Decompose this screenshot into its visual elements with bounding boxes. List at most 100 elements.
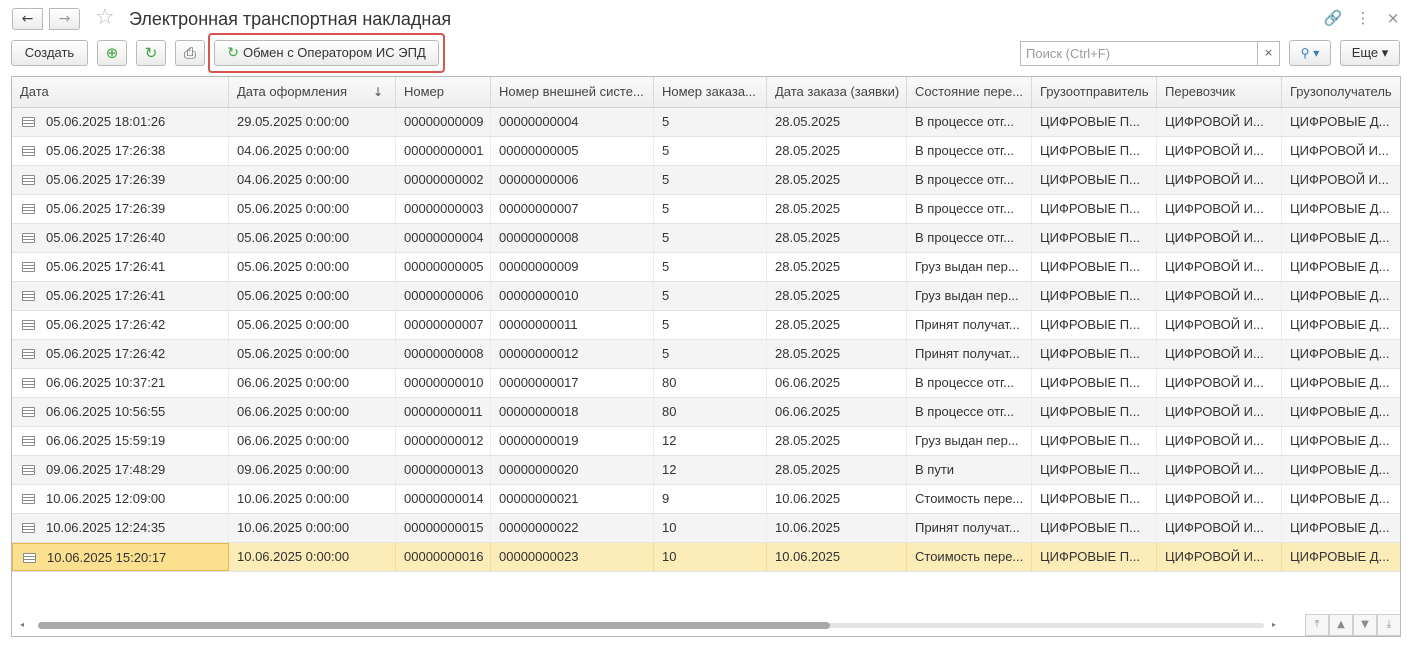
cell-consignee: ЦИФРОВЫЕ Д... (1282, 369, 1400, 397)
cell-text: Груз выдан пер... (915, 433, 1019, 448)
search-input[interactable] (1021, 42, 1257, 65)
cell-text: 00000000002 (404, 172, 484, 187)
more-menu-icon[interactable]: ⋮ (1353, 8, 1373, 28)
arrow-left-icon: ← (21, 11, 34, 27)
table-row[interactable]: 10.06.2025 15:20:17 10.06.2025 0:00:00 000… (12, 543, 1400, 572)
print-button[interactable]: ⎙ (175, 40, 205, 66)
column-header-label: Перевозчик (1165, 84, 1236, 99)
column-header-external-number[interactable]: Номер внешней систе... (491, 77, 654, 107)
refresh-button[interactable]: ↻ (136, 40, 166, 66)
horizontal-scrollbar[interactable]: ◂ ▸ (20, 618, 1280, 632)
favorite-star-icon[interactable]: ☆ (95, 5, 115, 31)
cell-order-number: 80 (654, 369, 767, 397)
table-row[interactable]: 10.06.2025 12:09:00 10.06.2025 0:00:00 000… (12, 485, 1400, 514)
cell-text: 28.05.2025 (775, 172, 841, 187)
scroll-thumb[interactable] (38, 622, 830, 629)
scroll-right-icon[interactable]: ▸ (1272, 618, 1276, 632)
cell-order-date: 28.05.2025 (767, 166, 907, 194)
cell-text: 00000000011 (499, 317, 578, 332)
cell-text: В процессе отг... (915, 114, 1015, 129)
cell-text: 05.06.2025 17:26:41 (46, 288, 166, 303)
table-row[interactable]: 06.06.2025 15:59:19 06.06.2025 0:00:00 000… (12, 427, 1400, 456)
table-row[interactable]: 05.06.2025 17:26:39 04.06.2025 0:00:00 000… (12, 166, 1400, 195)
table-row[interactable]: 05.06.2025 18:01:26 29.05.2025 0:00:00 000… (12, 108, 1400, 137)
cell-consignee: ЦИФРОВЫЕ Д... (1282, 108, 1400, 136)
column-header-carrier[interactable]: Перевозчик (1157, 77, 1282, 107)
table-row[interactable]: 06.06.2025 10:37:21 06.06.2025 0:00:00 000… (12, 369, 1400, 398)
cell-text: ЦИФРОВЫЕ Д... (1290, 375, 1390, 390)
table-row[interactable]: 10.06.2025 12:24:35 10.06.2025 0:00:00 000… (12, 514, 1400, 543)
go-up-button[interactable]: ▲ (1329, 614, 1353, 636)
cell-text: 06.06.2025 0:00:00 (237, 375, 350, 390)
cell-text: ЦИФРОВЫЕ Д... (1290, 549, 1390, 564)
column-header-status[interactable]: Состояние пере... (907, 77, 1032, 107)
cell-issue-date: 04.06.2025 0:00:00 (229, 137, 396, 165)
cell-order-date: 28.05.2025 (767, 340, 907, 368)
table-row[interactable]: 05.06.2025 17:26:39 05.06.2025 0:00:00 000… (12, 195, 1400, 224)
sort-descending-icon: ↓ (372, 85, 383, 99)
column-header-order-date[interactable]: Дата заказа (заявки) (767, 77, 907, 107)
scroll-left-icon[interactable]: ◂ (20, 618, 24, 632)
table-row[interactable]: 06.06.2025 10:56:55 06.06.2025 0:00:00 000… (12, 398, 1400, 427)
cell-text: 00000000020 (499, 462, 579, 477)
column-header-number[interactable]: Номер (396, 77, 491, 107)
exchange-operator-button[interactable]: ↻ Обмен с Оператором ИС ЭПД (214, 40, 439, 66)
cell-shipper: ЦИФРОВЫЕ П... (1032, 398, 1157, 426)
cell-text: 06.06.2025 0:00:00 (237, 433, 350, 448)
column-header-consignee[interactable]: Грузополучатель (1282, 77, 1400, 107)
cell-text: ЦИФРОВЫЕ П... (1040, 288, 1140, 303)
cell-text: 05.06.2025 0:00:00 (237, 346, 350, 361)
cell-text: В процессе отг... (915, 201, 1015, 216)
document-icon (22, 465, 35, 475)
table-row[interactable]: 05.06.2025 17:26:41 05.06.2025 0:00:00 000… (12, 282, 1400, 311)
table-row[interactable]: 09.06.2025 17:48:29 09.06.2025 0:00:00 000… (12, 456, 1400, 485)
forward-button[interactable]: → (49, 8, 80, 30)
cell-number: 00000000009 (396, 108, 491, 136)
cell-status: В процессе отг... (907, 166, 1032, 194)
cell-text: ЦИФРОВЫЕ Д... (1290, 114, 1390, 129)
go-last-button[interactable]: ⤓ (1377, 614, 1400, 636)
column-header-label: Состояние пере... (915, 84, 1024, 99)
more-button[interactable]: Еще ▾ (1340, 40, 1400, 66)
cell-external-number: 00000000021 (491, 485, 654, 513)
table-row[interactable]: 05.06.2025 17:26:38 04.06.2025 0:00:00 000… (12, 137, 1400, 166)
column-header-order-number[interactable]: Номер заказа... (654, 77, 767, 107)
cell-text: ЦИФРОВЫЕ Д... (1290, 404, 1390, 419)
document-icon (23, 553, 36, 563)
cell-order-date: 28.05.2025 (767, 224, 907, 252)
back-button[interactable]: ← (12, 8, 43, 30)
create-button[interactable]: Создать (11, 40, 88, 66)
cell-carrier: ЦИФРОВОЙ И... (1157, 108, 1282, 136)
close-icon[interactable]: × (1383, 8, 1403, 28)
table-row[interactable]: 05.06.2025 17:26:42 05.06.2025 0:00:00 000… (12, 311, 1400, 340)
column-header-date[interactable]: Дата (12, 77, 229, 107)
search-box: × (1020, 41, 1280, 66)
copy-button[interactable]: ⊕ (97, 40, 127, 66)
clear-search-icon[interactable]: × (1257, 42, 1279, 65)
table-row[interactable]: 05.06.2025 17:26:41 05.06.2025 0:00:00 000… (12, 253, 1400, 282)
cell-issue-date: 05.06.2025 0:00:00 (229, 224, 396, 252)
cell-carrier: ЦИФРОВОЙ И... (1157, 543, 1282, 571)
column-header-label: Грузоотправитель (1040, 84, 1149, 99)
cell-text: 5 (662, 259, 670, 274)
cell-text: 10.06.2025 0:00:00 (237, 491, 350, 506)
cell-number: 00000000007 (396, 311, 491, 339)
cell-text: ЦИФРОВЫЕ П... (1040, 491, 1140, 506)
column-header-issue-date[interactable]: Дата оформления ↓ (229, 77, 396, 107)
go-down-button[interactable]: ▼ (1353, 614, 1377, 636)
go-up-icon: ▲ (1337, 619, 1345, 630)
cell-text: 05.06.2025 0:00:00 (237, 259, 350, 274)
column-header-shipper[interactable]: Грузоотправитель (1032, 77, 1157, 107)
search-options-button[interactable]: ⚲ ▾ (1289, 40, 1331, 66)
exchange-operator-label: Обмен с Оператором ИС ЭПД (242, 45, 426, 60)
table-row[interactable]: 05.06.2025 17:26:42 05.06.2025 0:00:00 000… (12, 340, 1400, 369)
go-first-button[interactable]: ⤒ (1305, 614, 1329, 636)
document-icon (22, 117, 35, 127)
cell-date: 10.06.2025 12:24:35 (12, 514, 229, 542)
cell-order-number: 12 (654, 456, 767, 484)
table-row[interactable]: 05.06.2025 17:26:40 05.06.2025 0:00:00 000… (12, 224, 1400, 253)
cell-text: 00000000018 (499, 404, 579, 419)
cell-external-number: 00000000005 (491, 137, 654, 165)
link-icon[interactable]: 🔗 (1323, 8, 1343, 28)
cell-shipper: ЦИФРОВЫЕ П... (1032, 369, 1157, 397)
